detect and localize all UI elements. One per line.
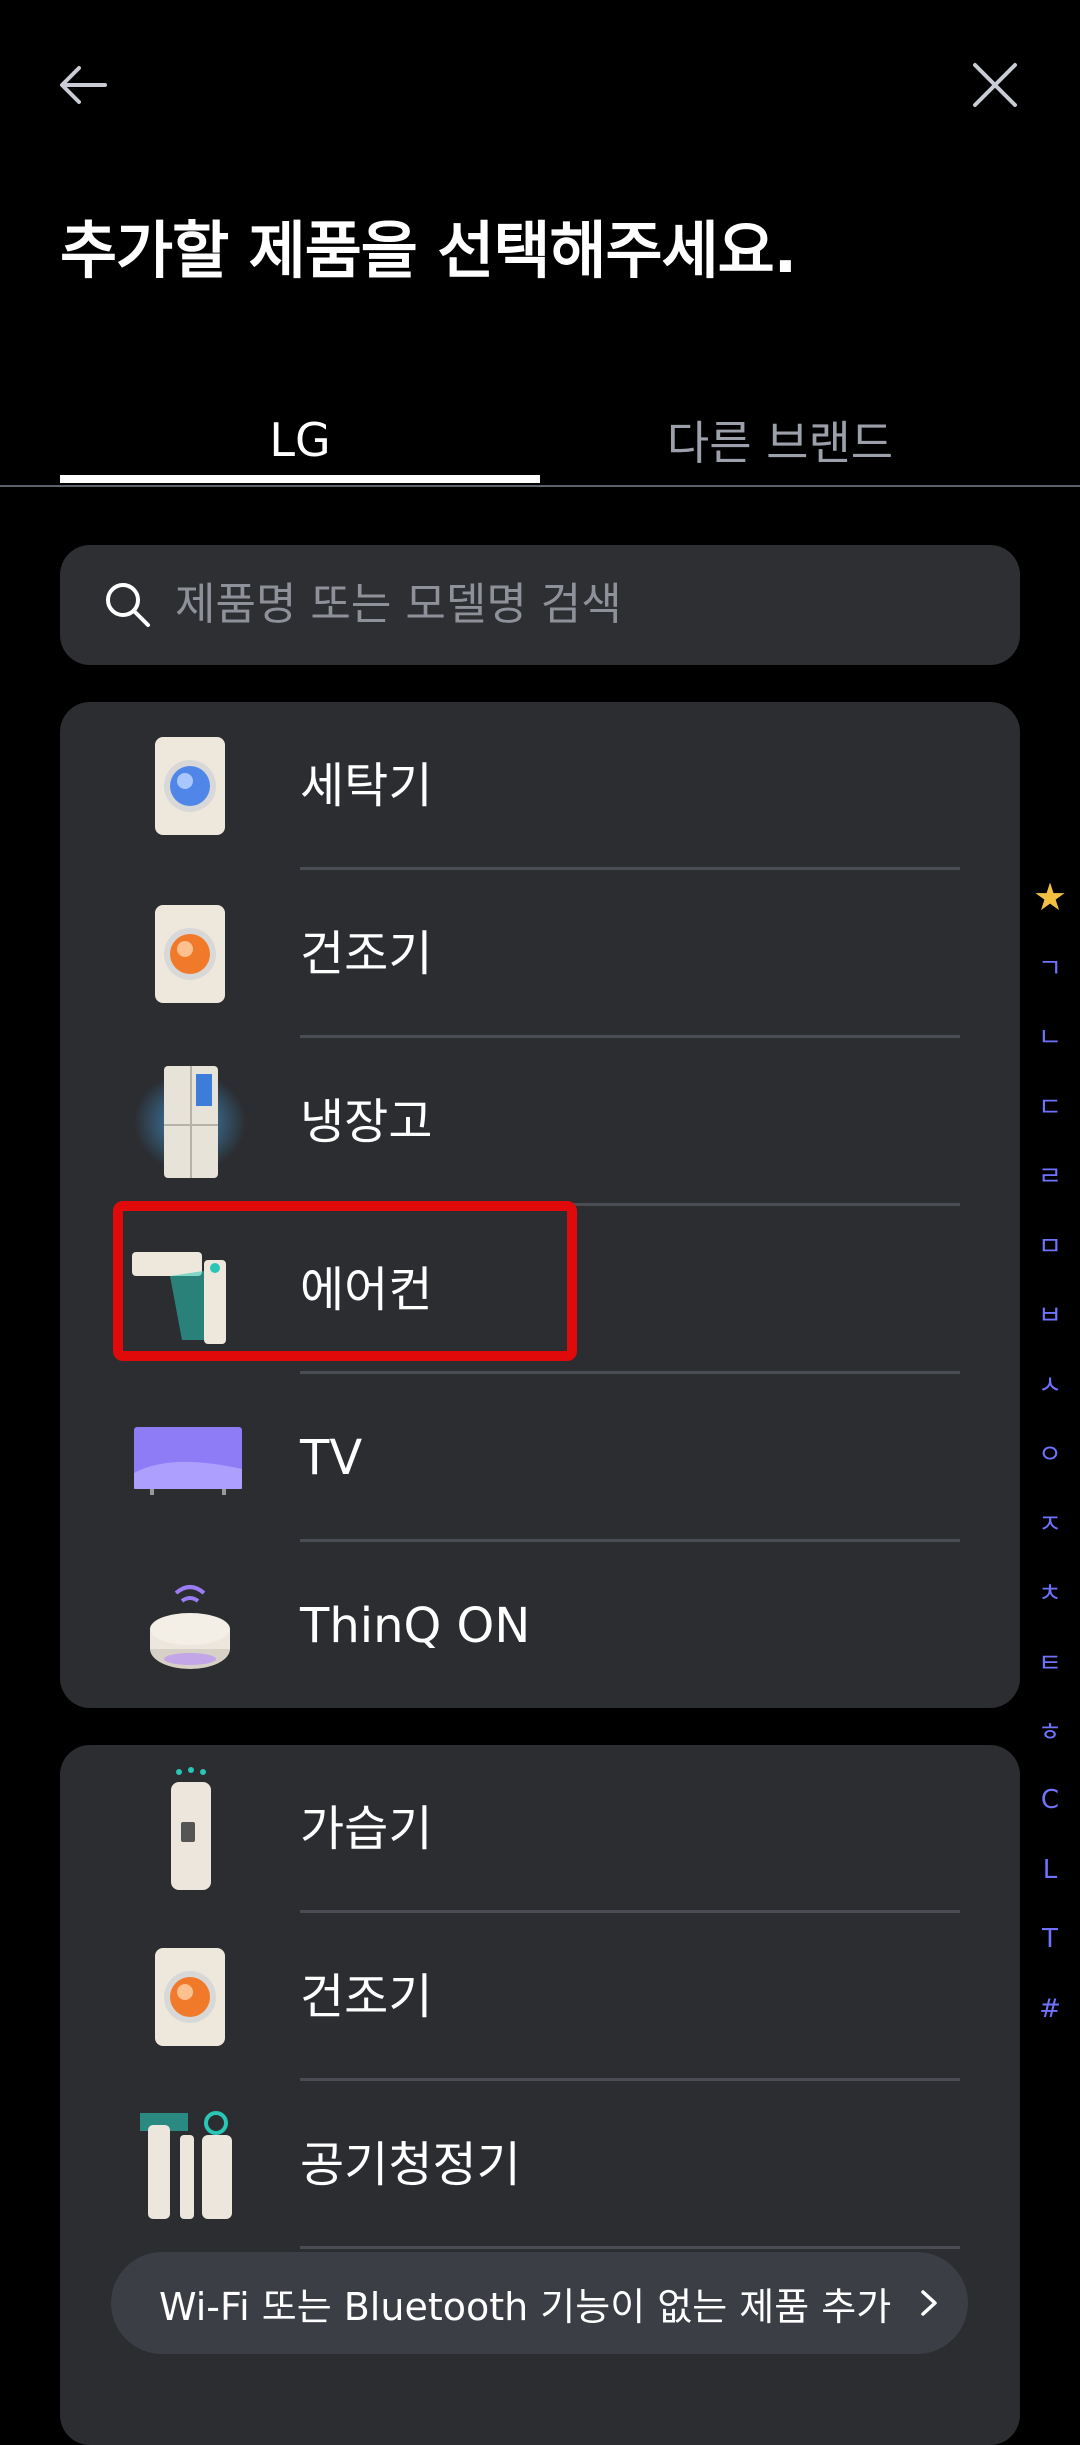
close-button[interactable]	[950, 40, 1040, 130]
divider	[300, 2246, 960, 2249]
list-item-label: 공기청정기	[300, 2137, 521, 2193]
index-item[interactable]: ㅁ	[1028, 1210, 1072, 1280]
list-item-air-purifier[interactable]: 공기청정기	[60, 2081, 1020, 2249]
dryer-icon	[130, 1937, 250, 2057]
index-item[interactable]: ㄷ	[1028, 1071, 1072, 1141]
highlight-box	[113, 1201, 577, 1361]
index-item[interactable]: ㅅ	[1028, 1349, 1072, 1419]
index-item[interactable]: #	[1028, 1974, 1072, 2044]
tab-other-brand[interactable]: 다른 브랜드	[540, 395, 1020, 485]
top-bar	[0, 0, 1080, 170]
index-bar[interactable]: ★ ㄱㄴㄷㄹㅁㅂㅅㅇㅈㅊㅌㅎ C L T #	[1028, 862, 1072, 2044]
list-item-humidifier[interactable]: 가습기	[60, 1745, 1020, 1913]
list-item-dryer[interactable]: 건조기	[60, 870, 1020, 1038]
list-item-label: 냉장고	[300, 1094, 433, 1150]
index-item[interactable]: ㅌ	[1028, 1627, 1072, 1697]
page-title: 추가할 제품을 선택해주세요.	[60, 214, 797, 287]
list-item-label: 건조기	[300, 1969, 433, 2025]
thinq-on-hub-icon	[130, 1566, 250, 1686]
list-item-dryer-2[interactable]: 건조기	[60, 1913, 1020, 2081]
index-item[interactable]: ㄴ	[1028, 1001, 1072, 1071]
index-item[interactable]: ㄹ	[1028, 1140, 1072, 1210]
tab-lg[interactable]: LG	[60, 395, 540, 485]
brand-tabs: LG 다른 브랜드	[0, 395, 1080, 487]
washer-icon	[130, 726, 250, 846]
tv-icon	[130, 1398, 250, 1518]
index-item[interactable]: ㄱ	[1028, 932, 1072, 1002]
list-item-washer[interactable]: 세탁기	[60, 702, 1020, 870]
chevron-right-icon	[921, 2290, 937, 2316]
index-favorites-star-icon[interactable]: ★	[1028, 862, 1072, 932]
humidifier-icon	[130, 1767, 250, 1890]
search-icon	[106, 583, 150, 627]
index-item[interactable]: ㅂ	[1028, 1279, 1072, 1349]
list-item-label: ThinQ ON	[300, 1598, 531, 1654]
list-item-label: 세탁기	[300, 758, 433, 814]
arrow-left-icon	[60, 66, 107, 104]
list-item-label: TV	[300, 1430, 363, 1486]
index-item[interactable]: ㅎ	[1028, 1696, 1072, 1766]
index-item[interactable]: T	[1028, 1905, 1072, 1975]
air-purifier-icon	[130, 2105, 250, 2225]
list-item-label: 가습기	[300, 1801, 433, 1857]
list-item-tv[interactable]: TV	[60, 1374, 1020, 1542]
index-item[interactable]: ㅊ	[1028, 1557, 1072, 1627]
search-placeholder: 제품명 또는 모델명 검색	[175, 579, 622, 630]
add-non-connected-product-button[interactable]: Wi-Fi 또는 Bluetooth 기능이 없는 제품 추가	[111, 2252, 968, 2354]
selected-tab-indicator	[60, 475, 540, 483]
index-item[interactable]: L	[1028, 1835, 1072, 1905]
close-icon	[973, 63, 1017, 107]
refrigerator-icon	[130, 1062, 250, 1182]
list-item-refrigerator[interactable]: 냉장고	[60, 1038, 1020, 1206]
search-input[interactable]: 제품명 또는 모델명 검색	[60, 545, 1020, 665]
add-non-connected-product-label: Wi-Fi 또는 Bluetooth 기능이 없는 제품 추가	[159, 2284, 892, 2329]
index-item[interactable]: ㅈ	[1028, 1488, 1072, 1558]
index-item[interactable]: C	[1028, 1766, 1072, 1836]
dryer-icon	[130, 894, 250, 1014]
list-item-label: 건조기	[300, 926, 433, 982]
list-item-thinq-on[interactable]: ThinQ ON	[60, 1542, 1020, 1708]
back-button[interactable]	[38, 40, 128, 130]
index-item[interactable]: ㅇ	[1028, 1418, 1072, 1488]
